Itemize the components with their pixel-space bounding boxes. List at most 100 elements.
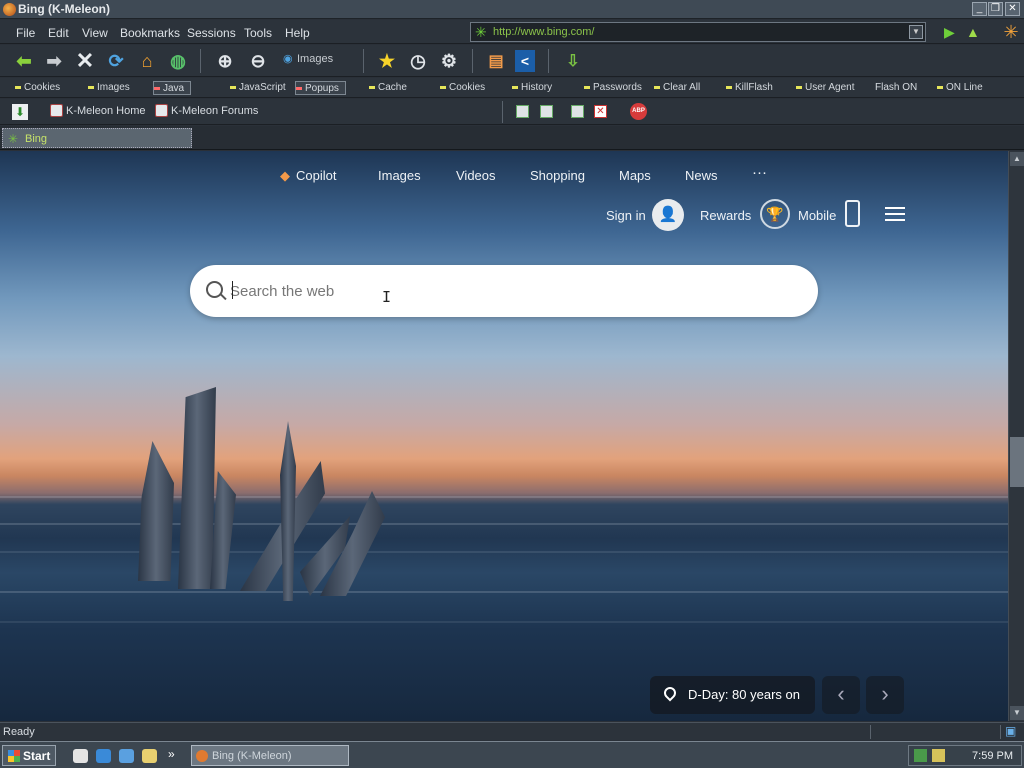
rewards-link[interactable]: Rewards	[700, 208, 751, 223]
tray-volume-icon[interactable]	[932, 749, 945, 762]
zoom-in-icon[interactable]: ⊕	[213, 49, 237, 73]
scroll-thumb[interactable]	[1010, 437, 1024, 487]
minimize-button[interactable]: _	[972, 2, 987, 16]
system-tray: 7:59 PM	[908, 745, 1022, 766]
new-window-icon[interactable]	[571, 105, 584, 118]
bing-nav-videos[interactable]: Videos	[456, 168, 496, 183]
go-icon[interactable]: ▶	[944, 24, 955, 41]
close-window-button[interactable]: ✕	[1005, 2, 1020, 16]
web-content: ◆ Copilot Images Videos Shopping Maps New…	[0, 151, 1008, 721]
next-image-button[interactable]: ›	[866, 676, 904, 714]
taskbar: Start » Bing (K-Meleon) 7:59 PM	[0, 741, 1024, 768]
image-caption[interactable]: D-Day: 80 years on	[650, 676, 815, 714]
clock[interactable]: 7:59 PM	[972, 750, 1013, 762]
back-arrow-icon[interactable]: ⬅	[12, 49, 36, 73]
bing-nav-copilot[interactable]: ◆ Copilot	[280, 168, 336, 184]
flag-cookies[interactable]: Cookies	[15, 81, 60, 95]
menu-edit[interactable]: Edit	[48, 26, 69, 40]
link-kmeleon-forums[interactable]: K-Meleon Forums	[155, 104, 258, 117]
bookmark-star-icon[interactable]: ★	[375, 49, 399, 73]
window-layout-icon-2[interactable]	[540, 105, 553, 118]
bing-nav-images[interactable]: Images	[378, 168, 421, 183]
link-kmeleon-home[interactable]: K-Meleon Home	[50, 104, 146, 117]
menu-tools[interactable]: Tools	[244, 26, 272, 40]
flag-killflash[interactable]: KillFlash	[726, 81, 773, 95]
quicklaunch-outlook-icon[interactable]	[119, 749, 134, 763]
hamburger-menu-icon[interactable]	[885, 207, 905, 209]
close-tab-icon[interactable]: ✕	[594, 105, 607, 118]
flag-images[interactable]: Images	[88, 81, 130, 95]
flag-cache[interactable]: Cache	[369, 81, 407, 95]
taskbar-app-kmeleon[interactable]: Bing (K-Meleon)	[191, 745, 349, 766]
mobile-link[interactable]: Mobile	[798, 208, 836, 223]
flag-java[interactable]: Java	[153, 81, 192, 95]
forward-arrow-icon[interactable]: ➡	[42, 49, 66, 73]
flag-history[interactable]: History	[512, 81, 552, 95]
flag-user-agent[interactable]: User Agent	[796, 81, 854, 95]
url-dropdown-button[interactable]: ▼	[909, 25, 923, 39]
bing-nav-more[interactable]: ···	[752, 164, 767, 181]
view-source-icon[interactable]: <	[515, 50, 535, 72]
tab-bing[interactable]: ✳ Bing	[2, 128, 192, 148]
up-icon[interactable]: ▲	[966, 24, 980, 40]
reload-icon[interactable]: ⟳	[104, 49, 128, 73]
flag-flash-on[interactable]: Flash ON	[875, 81, 917, 95]
flag-javascript[interactable]: JavaScript	[230, 81, 286, 95]
address-bar[interactable]: ✳ ▼	[470, 22, 926, 42]
menu-file[interactable]: File	[16, 26, 35, 40]
bing-nav-shopping[interactable]: Shopping	[530, 168, 585, 183]
adblock-icon[interactable]: ABP	[630, 103, 647, 120]
scroll-up-button[interactable]: ▲	[1010, 152, 1024, 166]
start-button[interactable]: Start	[2, 745, 56, 766]
previous-image-button[interactable]: ‹	[822, 676, 860, 714]
flag-clear-all[interactable]: Clear All	[654, 81, 700, 95]
tab-bar: ✳ Bing	[0, 126, 1024, 150]
menu-view[interactable]: View	[82, 26, 108, 40]
zoom-out-icon[interactable]: ⊖	[246, 49, 270, 73]
copilot-icon: ◆	[280, 168, 290, 183]
home-icon[interactable]: ⌂	[135, 49, 159, 73]
images-toggle-button[interactable]: ◉ Images	[283, 53, 333, 65]
link-kmeleon-home-label: K-Meleon Home	[66, 105, 146, 117]
download-green-icon[interactable]: ⬇	[12, 104, 28, 120]
loading-icon: ✳	[475, 24, 487, 40]
tray-network-icon[interactable]	[914, 749, 927, 762]
settings-gear-icon[interactable]: ⚙	[437, 49, 461, 73]
bing-nav-maps[interactable]: Maps	[619, 168, 651, 183]
stop-icon[interactable]: ✕	[73, 48, 97, 73]
flag-passwords[interactable]: Passwords	[584, 81, 642, 95]
flag-cookies-2[interactable]: Cookies	[440, 81, 485, 95]
flag-popups[interactable]: Popups	[295, 81, 346, 95]
mobile-phone-icon[interactable]	[845, 200, 860, 227]
toolbar-separator	[548, 49, 549, 73]
rewards-trophy-icon[interactable]: 🏆	[760, 199, 790, 229]
history-clock-icon[interactable]: ◷	[406, 49, 430, 73]
memorial-sculpture	[280, 421, 296, 601]
menu-help[interactable]: Help	[285, 26, 310, 40]
download-icon[interactable]: ⇩	[561, 49, 585, 73]
flag-online[interactable]: ON Line	[937, 81, 983, 95]
sign-in-link[interactable]: Sign in	[606, 208, 646, 223]
globe-icon[interactable]: ◍	[166, 49, 190, 73]
bing-nav-news[interactable]: News	[685, 168, 718, 183]
quicklaunch-expand-icon[interactable]: »	[168, 747, 175, 761]
toolbar-separator	[363, 49, 364, 73]
security-status-icon[interactable]: ▣	[1005, 724, 1016, 738]
quicklaunch-ie-icon[interactable]	[96, 749, 111, 763]
url-input[interactable]	[493, 24, 903, 40]
window-layout-icon[interactable]	[516, 105, 529, 118]
bing-tab-icon: ✳	[8, 132, 19, 146]
search-input[interactable]	[230, 279, 770, 303]
avatar-icon[interactable]: 👤	[652, 199, 684, 231]
search-box[interactable]	[190, 265, 818, 317]
quicklaunch-folder-icon[interactable]	[142, 749, 157, 763]
scroll-down-button[interactable]: ▼	[1010, 706, 1024, 720]
tab-bing-label: Bing	[25, 133, 48, 145]
menu-sessions[interactable]: Sessions	[187, 26, 236, 40]
quicklaunch-desktop-icon[interactable]	[73, 749, 88, 763]
menu-bookmarks[interactable]: Bookmarks	[120, 26, 180, 40]
vertical-scrollbar[interactable]: ▲ ▼	[1008, 151, 1024, 721]
wave	[0, 591, 1008, 593]
page-info-icon[interactable]: ▤	[484, 49, 508, 73]
restore-button[interactable]: ❐	[988, 2, 1003, 16]
